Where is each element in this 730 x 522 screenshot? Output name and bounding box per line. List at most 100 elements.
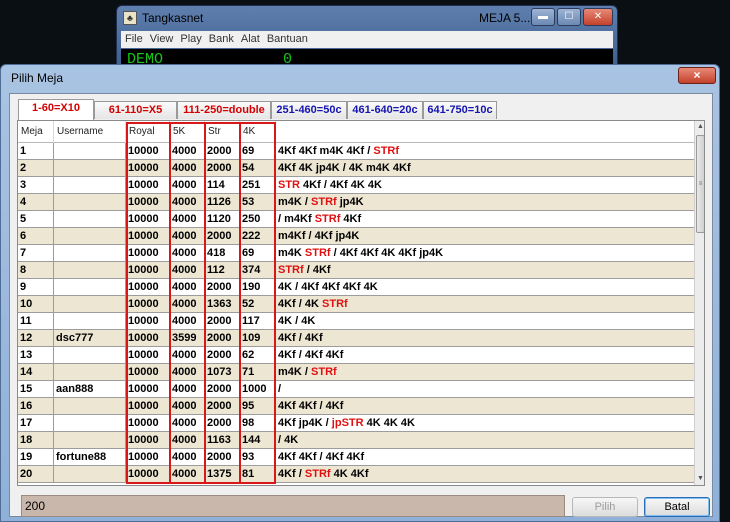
hand-text: 4K / 4K xyxy=(278,315,316,327)
table-row[interactable]: 18 10000 4000 1163 144/ 4K xyxy=(18,432,694,449)
cell-meja: 14 xyxy=(18,364,54,381)
cell-hand-history: 4Kf jp4K / jpSTR 4K 4K 4K xyxy=(276,415,694,432)
cell-str: 1163 xyxy=(205,432,240,449)
cell-str: 2000 xyxy=(205,398,240,415)
col-4k[interactable]: 4K xyxy=(240,121,276,143)
maximize-icon[interactable]: ☐ xyxy=(557,8,581,26)
table-row[interactable]: 6 10000 4000 2000 222 m4Kf / 4Kf jp4K xyxy=(18,228,694,245)
menu-view[interactable]: View xyxy=(147,31,177,48)
menu-alat[interactable]: Alat xyxy=(238,31,263,48)
table-row[interactable]: 10 10000 4000 1363 52 4Kf / 4K STRf xyxy=(18,296,694,313)
hand-text: jp4K xyxy=(336,196,364,208)
cell-4k: 250 xyxy=(240,211,276,228)
cell-4k: 251 xyxy=(240,177,276,194)
cell-5k: 4000 xyxy=(170,347,205,364)
menu-bank[interactable]: Bank xyxy=(206,31,237,48)
cell-str: 2000 xyxy=(205,415,240,432)
tangkasnet-titlebar[interactable]: ♣ Tangkasnet MEJA 5... ▬ ☐ ✕ xyxy=(117,6,617,30)
tab-1-60[interactable]: 1-60=X10 xyxy=(18,99,94,120)
menu-bantuan[interactable]: Bantuan xyxy=(264,31,311,48)
cell-hand-history: 4Kf / 4Kf xyxy=(276,330,694,347)
menu-play[interactable]: Play xyxy=(177,31,204,48)
batal-button[interactable]: Batal xyxy=(644,497,710,517)
cell-5k: 4000 xyxy=(170,449,205,466)
cell-username xyxy=(54,432,126,449)
table-row[interactable]: 1 10000 4000 2000 69 4Kf 4Kf m4K 4Kf / STRf xyxy=(18,143,694,160)
hand-text: / 4Kf 4Kf 4K 4Kf jp4K xyxy=(330,247,444,259)
hand-text: 4Kf jp4K / xyxy=(278,417,332,429)
table-row[interactable]: 16 10000 4000 2000 95 4Kf 4Kf / 4Kf xyxy=(18,398,694,415)
dialog-close-button[interactable]: × xyxy=(678,67,716,84)
table-row[interactable]: 3 10000 4000 114 251 STR 4Kf / 4Kf 4K 4K xyxy=(18,177,694,194)
table-row[interactable]: 19 fortune88 10000 4000 2000 93 4Kf 4Kf / 4Kf … xyxy=(18,449,694,466)
table-row[interactable]: 12 dsc777 10000 3599 2000 109 4Kf / 4Kf xyxy=(18,330,694,347)
cell-4k: 81 xyxy=(240,466,276,483)
table-row[interactable]: 20 10000 4000 1375 81 4Kf / STRf 4K 4Kf xyxy=(18,466,694,483)
tab-641-750[interactable]: 641-750=10c xyxy=(423,101,497,119)
cell-royal: 10000 xyxy=(126,347,170,364)
cell-royal: 10000 xyxy=(126,364,170,381)
cell-hand-history: m4Kf / 4Kf jp4K xyxy=(276,228,694,245)
cell-5k: 4000 xyxy=(170,143,205,160)
tab-251-460[interactable]: 251-460=50c xyxy=(271,101,347,119)
table-row[interactable]: 8 10000 4000 112 374 STRf / 4Kf xyxy=(18,262,694,279)
cell-4k: 222 xyxy=(240,228,276,245)
col-str[interactable]: Str xyxy=(205,121,240,143)
cell-4k: 190 xyxy=(240,279,276,296)
col-royal[interactable]: Royal xyxy=(126,121,170,143)
cell-username xyxy=(54,262,126,279)
minimize-icon[interactable]: ▬ xyxy=(531,8,555,26)
table-row[interactable]: 9 10000 4000 2000 190 4K / 4Kf 4Kf 4Kf 4K xyxy=(18,279,694,296)
hand-text: m4Kf / 4Kf jp4K xyxy=(278,230,360,242)
cell-4k: 117 xyxy=(240,313,276,330)
cell-5k: 4000 xyxy=(170,228,205,245)
table-row[interactable]: 11 10000 4000 2000 117 4K / 4K xyxy=(18,313,694,330)
cell-hand-history: m4K STRf / 4Kf 4Kf 4K 4Kf jp4K xyxy=(276,245,694,262)
cell-4k: 374 xyxy=(240,262,276,279)
tab-461-640[interactable]: 461-640=20c xyxy=(347,101,423,119)
scroll-up-icon[interactable]: ▲ xyxy=(695,121,704,132)
tangkasnet-window: ♣ Tangkasnet MEJA 5... ▬ ☐ ✕ File View Pla… xyxy=(116,5,618,70)
cell-str: 2000 xyxy=(205,160,240,177)
cell-hand-history: / 4K xyxy=(276,432,694,449)
col-meja[interactable]: Meja xyxy=(18,121,54,143)
cell-hand-history: 4Kf 4Kf / 4Kf 4Kf xyxy=(276,449,694,466)
cell-meja: 9 xyxy=(18,279,54,296)
table-row[interactable]: 4 10000 4000 1126 53 m4K / STRf jp4K xyxy=(18,194,694,211)
cell-royal: 10000 xyxy=(126,415,170,432)
hand-text: 4Kf / 4Kf 4Kf xyxy=(278,349,344,361)
table-row[interactable]: 17 10000 4000 2000 98 4Kf jp4K / jpSTR 4K 4K … xyxy=(18,415,694,432)
menu-file[interactable]: File xyxy=(122,31,146,48)
close-icon[interactable]: ✕ xyxy=(583,8,613,26)
table-row[interactable]: 5 10000 4000 1120 250/ m4Kf STRf 4Kf xyxy=(18,211,694,228)
tab-61-110[interactable]: 61-110=X5 xyxy=(94,101,177,119)
cell-str: 1126 xyxy=(205,194,240,211)
cell-royal: 10000 xyxy=(126,398,170,415)
hand-highlight: STRf xyxy=(314,213,341,225)
table-row[interactable]: 2 10000 4000 2000 54 4Kf 4K jp4K / 4K m4K 4Kf xyxy=(18,160,694,177)
cell-royal: 10000 xyxy=(126,279,170,296)
bet-value-field[interactable]: 200 xyxy=(21,495,565,517)
col-username[interactable]: Username xyxy=(54,121,126,143)
app-icon: ♣ xyxy=(123,11,137,25)
cell-username xyxy=(54,415,126,432)
cell-username: aan888 xyxy=(54,381,126,398)
pilih-button[interactable]: Pilih xyxy=(572,497,638,517)
scroll-thumb[interactable]: ≡ xyxy=(696,135,704,233)
table-row[interactable]: 14 10000 4000 1073 71 m4K / STRf xyxy=(18,364,694,381)
vertical-scrollbar[interactable]: ▲ ≡ ▼ xyxy=(694,121,704,485)
hand-text: m4K / xyxy=(278,366,312,378)
cell-username xyxy=(54,143,126,160)
table-row[interactable]: 15 aan888 10000 4000 2000 1000/ xyxy=(18,381,694,398)
col-5k[interactable]: 5K xyxy=(170,121,205,143)
cell-4k: 69 xyxy=(240,245,276,262)
cell-username xyxy=(54,211,126,228)
cell-hand-history: STRf / 4Kf xyxy=(276,262,694,279)
tab-111-250[interactable]: 111-250=double xyxy=(177,101,271,119)
cell-royal: 10000 xyxy=(126,330,170,347)
cell-5k: 4000 xyxy=(170,177,205,194)
window-title-right: MEJA 5... xyxy=(479,11,531,25)
table-row[interactable]: 13 10000 4000 2000 62 4Kf / 4Kf 4Kf xyxy=(18,347,694,364)
scroll-down-icon[interactable]: ▼ xyxy=(695,473,704,484)
table-row[interactable]: 7 10000 4000 418 69 m4K STRf / 4Kf 4Kf 4K 4Kf… xyxy=(18,245,694,262)
